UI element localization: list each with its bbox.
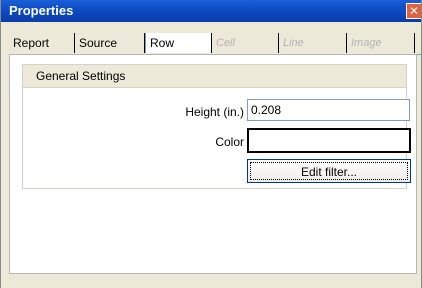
tab-report[interactable]: Report bbox=[9, 33, 75, 53]
tab-bar: Report Source Row Cell Line Image bbox=[9, 33, 421, 55]
color-label: Color bbox=[215, 135, 244, 149]
height-label: Height (in.) bbox=[185, 105, 244, 119]
row-properties-panel: General Settings Height (in.) 0.208 Colo… bbox=[9, 54, 417, 274]
window-title: Properties bbox=[9, 3, 74, 18]
close-icon: ✕ bbox=[408, 4, 420, 18]
tab-image: Image bbox=[347, 33, 415, 53]
close-button[interactable]: ✕ bbox=[406, 3, 421, 19]
general-settings-group: General Settings Height (in.) 0.208 Colo… bbox=[22, 64, 411, 189]
tab-line: Line bbox=[279, 33, 347, 53]
group-header: General Settings bbox=[23, 65, 406, 88]
title-bar[interactable]: Properties ✕ bbox=[1, 0, 421, 22]
tab-source[interactable]: Source bbox=[75, 33, 145, 53]
tab-row[interactable]: Row bbox=[145, 33, 212, 53]
edit-filter-button[interactable]: Edit filter... bbox=[247, 159, 411, 183]
color-swatch[interactable] bbox=[247, 128, 411, 153]
tab-cell: Cell bbox=[212, 33, 279, 53]
edit-filter-label: Edit filter... bbox=[250, 162, 408, 180]
group-title: General Settings bbox=[36, 69, 126, 83]
properties-window: Properties ✕ Report Source Row Cell Line… bbox=[0, 0, 422, 288]
height-input[interactable]: 0.208 bbox=[247, 99, 410, 121]
